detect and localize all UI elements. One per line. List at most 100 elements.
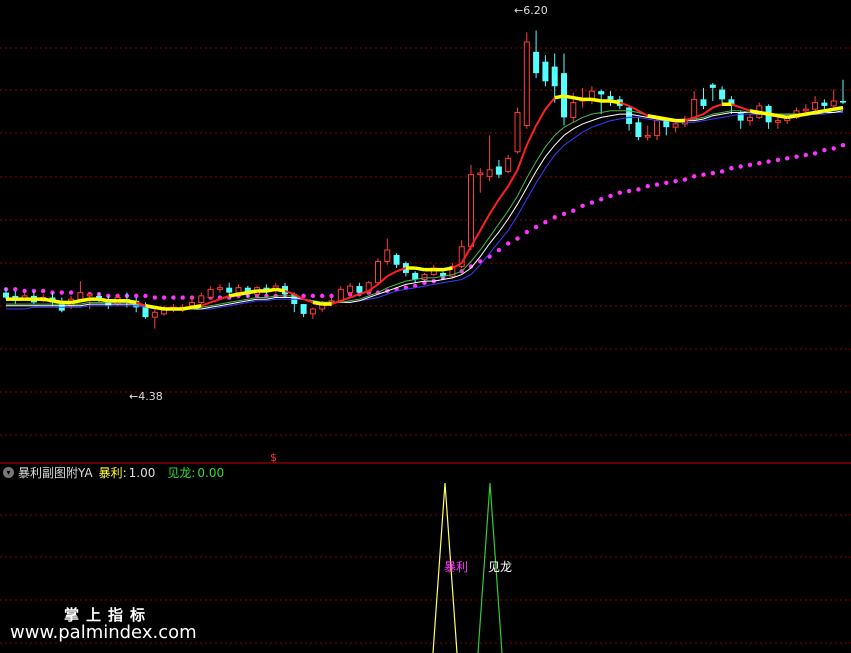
trend-dot	[785, 156, 790, 161]
candle[interactable]	[151, 308, 158, 329]
candle[interactable]	[747, 114, 753, 126]
trend-dot	[645, 183, 650, 189]
trend-dot	[329, 293, 334, 299]
candle[interactable]	[421, 272, 428, 282]
trend-dot	[161, 295, 167, 300]
candle[interactable]	[486, 135, 493, 182]
ma-flat-segment	[591, 97, 602, 103]
candle[interactable]	[384, 238, 391, 265]
ma-flat-segment	[52, 299, 63, 305]
ma-flat-segment	[228, 292, 239, 298]
candle[interactable]	[216, 284, 223, 293]
candle[interactable]	[300, 304, 307, 318]
trend-dot	[524, 229, 529, 235]
candle[interactable]	[477, 168, 484, 193]
ma-flat-segment	[572, 95, 583, 102]
ma-flat-segment	[247, 289, 258, 295]
trend-dot	[626, 188, 632, 194]
ma-flat-segment	[656, 115, 667, 121]
trend-dot	[636, 187, 641, 192]
candle-body	[393, 254, 400, 265]
candle[interactable]	[77, 281, 84, 301]
candle[interactable]	[709, 82, 716, 101]
candle[interactable]	[774, 117, 781, 129]
candle-body	[412, 272, 419, 280]
candle[interactable]	[468, 164, 474, 251]
ma-flat-segment	[833, 105, 844, 111]
trend-dot	[729, 165, 734, 171]
trend-dot	[543, 219, 548, 225]
candle[interactable]	[393, 253, 400, 269]
trend-dot	[840, 143, 846, 148]
ma-flat-segment	[191, 303, 202, 310]
trend-dot	[673, 179, 678, 184]
candle-body	[151, 311, 158, 318]
ma-flat-segment	[238, 290, 249, 296]
ma-flat-segment	[70, 299, 81, 305]
chevron-down-icon[interactable]: ▾	[3, 466, 14, 478]
ma-flat-segment	[805, 110, 816, 116]
high-price-label: ←6.20	[514, 4, 548, 17]
trend-dot	[831, 146, 836, 151]
indicator-header: ▾ 暴利副图附YA 暴利: 1.00 见龙: 0.00	[0, 463, 236, 481]
candle[interactable]	[830, 89, 837, 108]
candle-body	[654, 120, 660, 136]
candle[interactable]	[561, 53, 567, 126]
candle[interactable]	[821, 99, 828, 110]
ma-flat-segment	[312, 300, 323, 306]
candle[interactable]	[309, 307, 316, 319]
candle-body	[300, 304, 307, 314]
candle[interactable]	[375, 258, 381, 285]
trend-dot	[13, 287, 18, 292]
candle[interactable]	[542, 55, 549, 87]
candle-body	[514, 111, 521, 153]
trend-dot	[692, 174, 697, 179]
trend-dot	[571, 208, 576, 213]
candle-body	[337, 288, 344, 302]
candle-body	[774, 120, 781, 123]
ma-flat-segment	[768, 112, 779, 118]
stock-chart: ←6.20 ←4.38 $ 暴利 见龙	[0, 4, 851, 653]
candle[interactable]	[523, 32, 530, 129]
candle-body	[495, 166, 502, 175]
candle[interactable]	[765, 104, 772, 129]
trend-dot	[561, 211, 567, 217]
candle-body	[635, 122, 642, 138]
candle[interactable]	[514, 107, 521, 154]
trend-dot	[41, 288, 46, 294]
trend-dot	[664, 180, 669, 186]
indicator-name[interactable]: 暴利副图附YA	[18, 464, 93, 481]
candle[interactable]	[635, 117, 642, 141]
candle[interactable]	[207, 286, 214, 300]
candle-body	[226, 287, 233, 293]
ma-flat-segment	[814, 109, 825, 115]
candle[interactable]	[700, 87, 707, 110]
trend-dot	[701, 172, 706, 177]
candle[interactable]	[58, 297, 65, 313]
trend-dot	[143, 293, 148, 299]
candle[interactable]	[505, 155, 512, 174]
trend-dot	[654, 182, 660, 187]
candle[interactable]	[812, 96, 819, 111]
trend-dot	[152, 295, 157, 300]
candle[interactable]	[588, 86, 595, 105]
candle[interactable]	[737, 110, 744, 129]
candle-body	[356, 286, 363, 293]
candle[interactable]	[449, 263, 456, 278]
candle[interactable]	[840, 79, 846, 105]
candle[interactable]	[533, 30, 540, 79]
candle-body	[533, 51, 540, 74]
ma-flat-segment	[80, 297, 91, 303]
candle[interactable]	[198, 292, 205, 305]
ma-flat-segment	[266, 287, 277, 293]
ma-flat-segment	[145, 303, 156, 310]
candle[interactable]	[607, 91, 614, 106]
candle[interactable]	[495, 159, 502, 178]
candle[interactable]	[412, 271, 419, 283]
candle-body	[3, 292, 9, 298]
candle-body	[830, 100, 837, 107]
candle[interactable]	[551, 53, 558, 103]
candle-body	[347, 285, 354, 294]
trend-dot	[803, 152, 808, 158]
ma-flat-segment	[442, 266, 453, 272]
